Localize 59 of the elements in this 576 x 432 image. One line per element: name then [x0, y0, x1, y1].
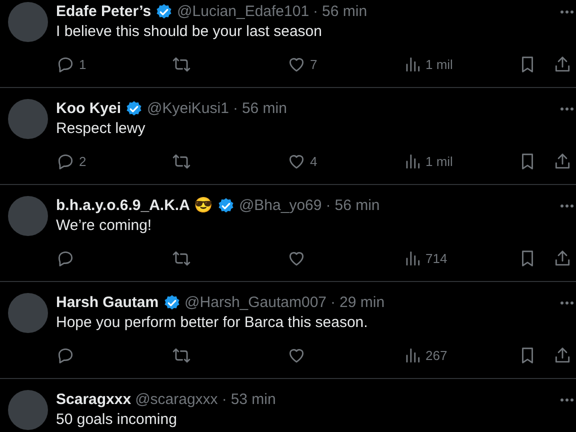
- timestamp[interactable]: 29 min: [340, 293, 385, 313]
- more-icon[interactable]: [560, 398, 574, 402]
- separator-dot: ·: [222, 390, 227, 410]
- more-icon[interactable]: [560, 301, 574, 305]
- share-icon: [553, 249, 572, 268]
- like-button[interactable]: 4: [287, 152, 402, 172]
- user-handle[interactable]: @Lucian_Edafe101: [177, 2, 310, 22]
- repost-icon: [172, 249, 190, 268]
- like-button[interactable]: 7: [287, 55, 402, 74]
- share-icon: [553, 346, 572, 366]
- separator-dot: ·: [330, 293, 336, 313]
- repost-icon: [172, 152, 190, 172]
- user-name[interactable]: Scaragxxx: [56, 390, 132, 410]
- views-button[interactable]: 1 mil: [402, 55, 518, 74]
- more-icon[interactable]: [560, 107, 574, 111]
- heart-icon: [287, 346, 306, 366]
- reply-button[interactable]: 2: [56, 152, 172, 172]
- reply-icon: [56, 55, 75, 74]
- tweet-text: We’re coming!: [56, 216, 153, 236]
- name-emoji: 😎: [194, 197, 213, 215]
- tweet-text: Respect lewy: [56, 119, 146, 139]
- timestamp[interactable]: 56 min: [242, 99, 287, 119]
- repost-icon: [172, 55, 190, 74]
- reply-icon: [56, 346, 75, 366]
- tweet-text: 50 goals incoming: [56, 410, 178, 430]
- more-icon[interactable]: [560, 204, 574, 208]
- share-button[interactable]: [553, 152, 572, 172]
- share-icon: [553, 152, 572, 172]
- share-button[interactable]: [553, 55, 572, 74]
- separator-dot: ·: [232, 99, 238, 119]
- reply-icon: [56, 249, 75, 268]
- heart-icon: [287, 55, 306, 74]
- user-name[interactable]: Harsh Gautam: [56, 293, 159, 313]
- user-name[interactable]: b.h.a.y.o.6.9_A.K.A: [56, 196, 190, 216]
- timestamp[interactable]: 53 min: [230, 390, 276, 410]
- reply-icon: [56, 152, 75, 172]
- user-handle[interactable]: @scaragxxx: [135, 390, 218, 410]
- user-handle[interactable]: @Harsh_Gautam007: [184, 293, 327, 313]
- repost-icon: [172, 346, 190, 366]
- views-button[interactable]: 267: [402, 346, 518, 366]
- tweet-text: I believe this should be your last season: [56, 22, 323, 42]
- share-icon: [553, 55, 572, 74]
- timestamp[interactable]: 56 min: [322, 2, 368, 22]
- heart-icon: [287, 249, 306, 268]
- more-icon[interactable]: [560, 10, 574, 14]
- tweet-text: Hope you perform better for Barca this season.: [56, 313, 369, 333]
- user-name[interactable]: Edafe Peter’s: [56, 2, 152, 22]
- share-button[interactable]: [553, 249, 572, 268]
- user-handle[interactable]: @KyeiKusi1: [147, 99, 229, 119]
- views-button[interactable]: 714: [402, 249, 518, 268]
- views-button[interactable]: 1 mil: [402, 152, 518, 172]
- timestamp[interactable]: 56 min: [334, 196, 380, 216]
- reply-button[interactable]: 1: [56, 55, 172, 74]
- separator-dot: ·: [326, 196, 331, 216]
- user-handle[interactable]: @Bha_yo69: [238, 196, 322, 216]
- heart-icon: [287, 152, 306, 172]
- share-button[interactable]: [553, 346, 572, 366]
- separator-dot: ·: [313, 2, 318, 22]
- user-name[interactable]: Koo Kyei: [56, 99, 122, 119]
